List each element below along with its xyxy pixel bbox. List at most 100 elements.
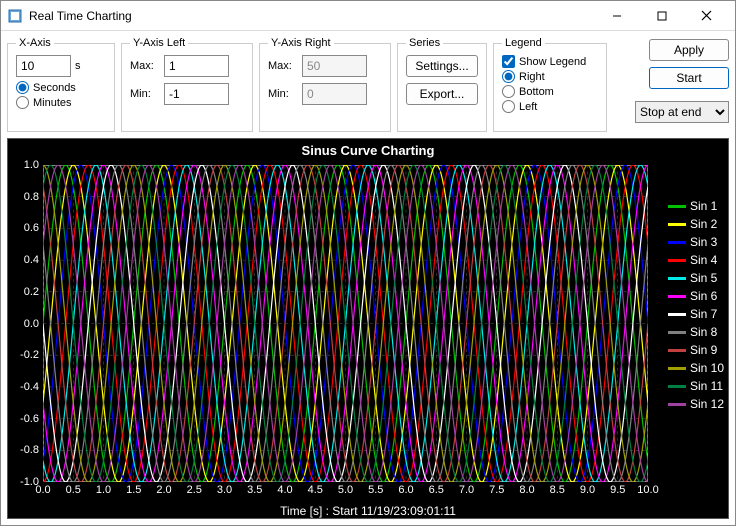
legend-item: Sin 5 (668, 271, 724, 285)
x-tick: 4.5 (308, 484, 323, 496)
window-buttons (594, 2, 729, 30)
yright-max-input (302, 55, 367, 77)
mode-combo[interactable]: Stop at end (635, 101, 729, 123)
series-heading: Series (406, 37, 443, 49)
x-tick: 8.5 (550, 484, 565, 496)
legend-label: Sin 2 (690, 217, 717, 231)
legend-swatch (668, 223, 686, 226)
xaxis-seconds-radio[interactable]: Seconds (16, 81, 106, 94)
legend-swatch (668, 241, 686, 244)
x-tick: 0.0 (35, 484, 50, 496)
x-tick: 8.0 (519, 484, 534, 496)
maximize-button[interactable] (639, 2, 684, 30)
x-tick: 1.5 (126, 484, 141, 496)
x-axis-ticks: 0.00.51.01.52.02.53.03.54.04.55.05.56.06… (43, 484, 648, 500)
legend-item: Sin 3 (668, 235, 724, 249)
legend-label: Sin 12 (690, 397, 724, 411)
x-tick: 7.0 (459, 484, 474, 496)
titlebar: Real Time Charting (1, 1, 735, 31)
window-title: Real Time Charting (29, 9, 594, 23)
y-tick: 0.0 (24, 318, 39, 330)
legend-swatch (668, 313, 686, 316)
legend-item: Sin 12 (668, 397, 724, 411)
legend-swatch (668, 349, 686, 352)
legend-right-radio[interactable]: Right (502, 70, 598, 83)
legend-item: Sin 1 (668, 199, 724, 213)
legend-swatch (668, 385, 686, 388)
yright-heading: Y-Axis Right (268, 37, 334, 49)
x-tick: 4.0 (277, 484, 292, 496)
y-axis-ticks: 1.00.80.60.40.20.0-0.2-0.4-0.6-0.8-1.0 (8, 165, 41, 482)
xaxis-unit: s (75, 60, 81, 72)
chart-xlabel: Time [s] : Start 11/19/23:09:01:11 (8, 504, 728, 518)
yleft-min-label: Min: (130, 88, 160, 100)
close-button[interactable] (684, 2, 729, 30)
x-tick: 0.5 (66, 484, 81, 496)
series-settings-button[interactable]: Settings... (406, 55, 478, 77)
series-group: Series Settings... Export... (397, 37, 487, 132)
yleft-max-input[interactable] (164, 55, 229, 77)
legend-item: Sin 6 (668, 289, 724, 303)
legend-swatch (668, 295, 686, 298)
legend-label: Sin 1 (690, 199, 717, 213)
y-tick: -0.2 (20, 349, 39, 361)
y-tick: 0.4 (24, 254, 39, 266)
y-tick: 0.8 (24, 191, 39, 203)
chart-legend: Sin 1 Sin 2 Sin 3 Sin 4 Sin 5 Sin 6 Sin 7 Sin 8… (668, 199, 724, 411)
x-tick: 2.0 (156, 484, 171, 496)
y-tick: 0.6 (24, 222, 39, 234)
legend-swatch (668, 367, 686, 370)
chart-title: Sinus Curve Charting (8, 143, 728, 158)
legend-left-radio[interactable]: Left (502, 100, 598, 113)
y-tick: -0.4 (20, 381, 39, 393)
xaxis-group: X-Axis s Seconds Minutes (7, 37, 115, 132)
apply-button[interactable]: Apply (649, 39, 729, 61)
legend-swatch (668, 205, 686, 208)
legend-label: Sin 6 (690, 289, 717, 303)
yright-min-input (302, 83, 367, 105)
legend-swatch (668, 331, 686, 334)
legend-swatch (668, 259, 686, 262)
legend-swatch (668, 277, 686, 280)
x-tick: 6.5 (429, 484, 444, 496)
start-button[interactable]: Start (649, 67, 729, 89)
yright-group: Y-Axis Right Max: Min: (259, 37, 391, 132)
y-tick: -0.6 (20, 413, 39, 425)
legend-group: Legend Show Legend Right Bottom Left (493, 37, 607, 132)
chart-area: Sinus Curve Charting 1.00.80.60.40.20.0-… (7, 138, 729, 519)
x-tick: 5.0 (338, 484, 353, 496)
legend-item: Sin 11 (668, 379, 724, 393)
minimize-button[interactable] (594, 2, 639, 30)
legend-item: Sin 4 (668, 253, 724, 267)
series-export-button[interactable]: Export... (406, 83, 478, 105)
legend-label: Sin 5 (690, 271, 717, 285)
legend-heading: Legend (502, 37, 545, 49)
yleft-min-input[interactable] (164, 83, 229, 105)
legend-bottom-radio[interactable]: Bottom (502, 85, 598, 98)
x-tick: 9.5 (610, 484, 625, 496)
legend-swatch (668, 403, 686, 406)
legend-item: Sin 8 (668, 325, 724, 339)
legend-label: Sin 11 (690, 379, 723, 393)
legend-label: Sin 7 (690, 307, 717, 321)
yleft-heading: Y-Axis Left (130, 37, 188, 49)
yleft-max-label: Max: (130, 60, 160, 72)
x-tick: 3.5 (247, 484, 262, 496)
yright-max-label: Max: (268, 60, 298, 72)
plot-region (43, 165, 648, 482)
legend-label: Sin 10 (690, 361, 724, 375)
legend-item: Sin 7 (668, 307, 724, 321)
xaxis-minutes-radio[interactable]: Minutes (16, 96, 106, 109)
y-tick: 1.0 (24, 159, 39, 171)
actions-column: Apply Start Stop at end (613, 37, 729, 123)
xaxis-heading: X-Axis (16, 37, 54, 49)
x-tick: 3.0 (217, 484, 232, 496)
show-legend-checkbox[interactable]: Show Legend (502, 55, 598, 68)
x-tick: 9.0 (580, 484, 595, 496)
xaxis-value-input[interactable] (16, 55, 71, 77)
legend-label: Sin 9 (690, 343, 717, 357)
x-tick: 10.0 (637, 484, 658, 496)
legend-item: Sin 10 (668, 361, 724, 375)
yright-min-label: Min: (268, 88, 298, 100)
legend-label: Sin 4 (690, 253, 717, 267)
